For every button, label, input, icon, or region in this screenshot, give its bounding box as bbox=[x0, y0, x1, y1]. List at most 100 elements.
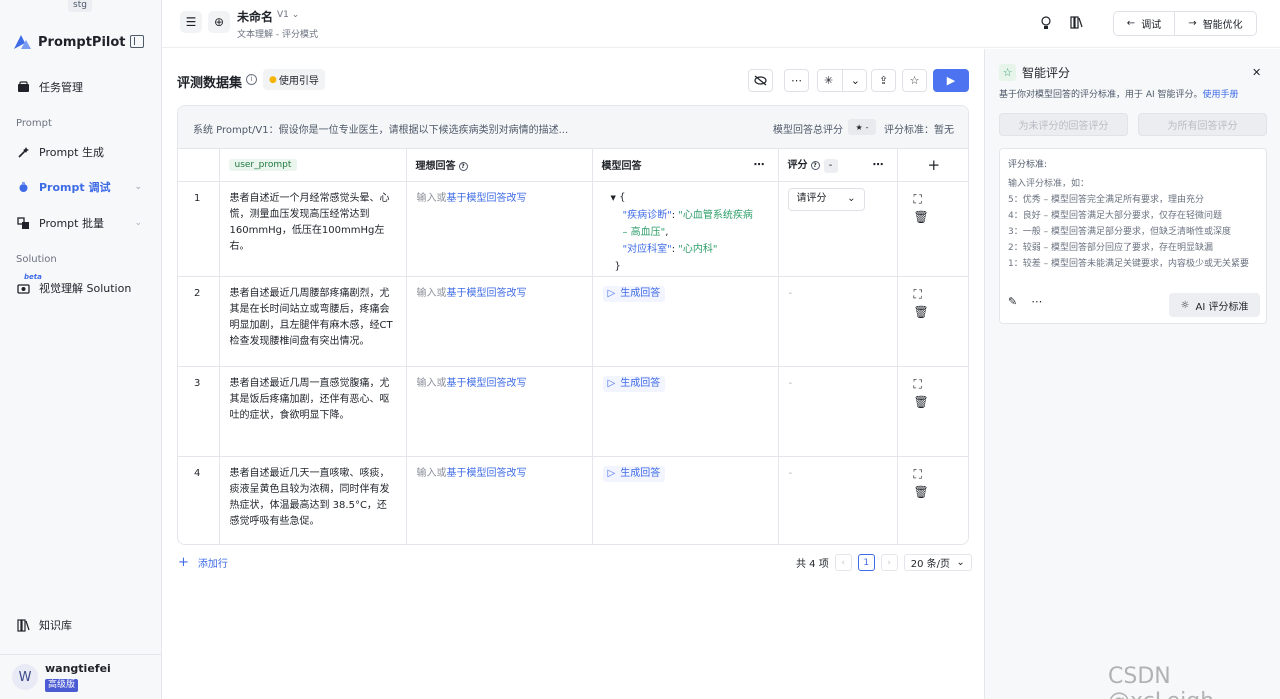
version-select[interactable]: V1 ⌄ bbox=[277, 10, 299, 20]
guide-button[interactable]: ● 使用引导 bbox=[263, 69, 325, 90]
ideal-cell[interactable]: 输入或基于模型回答改写 bbox=[406, 181, 593, 277]
add-column-header[interactable]: + bbox=[897, 149, 968, 182]
generate-button[interactable]: ▷ 生成回答 bbox=[602, 285, 666, 302]
more-icon[interactable]: ⋯ bbox=[1031, 295, 1042, 308]
rewrite-link[interactable]: 基于模型回答改写 bbox=[447, 378, 527, 389]
standard-label: 评分标准：暂无 bbox=[884, 125, 954, 136]
score-unscored-button[interactable]: 为未评分的回答评分 bbox=[999, 113, 1128, 136]
topbar: ☰ ⊕ 未命名 V1 ⌄ 文本理解 - 评分模式 ← 调试 → 智能优化 bbox=[162, 0, 1280, 48]
criteria-line: 5：优秀 – 模型回答完全满足所有要求，理由充分 bbox=[1008, 195, 1204, 205]
vision-icon bbox=[16, 281, 30, 295]
score-all-button[interactable]: 为所有回答评分 bbox=[1138, 113, 1267, 136]
sidebar-item-label: Prompt 生成 bbox=[39, 146, 104, 159]
sidebar-item-prompt-batch[interactable]: Prompt 批量 ⌄ bbox=[8, 209, 154, 237]
user-profile[interactable]: W wangtiefei 高级版 bbox=[0, 654, 161, 699]
user-prompt-cell[interactable]: 患者自述近一个月经常感觉头晕、心慌，测量血压发现高压经常达到160mmHg，低压… bbox=[219, 181, 407, 277]
delete-icon[interactable]: 🗑 bbox=[914, 394, 929, 410]
generate-label: 生成回答 bbox=[620, 467, 661, 479]
sparkle-dropdown[interactable]: ✳ ⌄ bbox=[817, 69, 867, 92]
ideal-cell[interactable]: 输入或基于模型回答改写 bbox=[406, 456, 593, 544]
close-icon[interactable]: ✕ bbox=[1252, 66, 1261, 79]
doc-title[interactable]: 未命名 bbox=[237, 8, 273, 25]
ideal-cell[interactable]: 输入或基于模型回答改写 bbox=[406, 276, 593, 367]
table-row: 1 患者自述近一个月经常感觉头晕、心慌，测量血压发现高压经常达到160mmHg，… bbox=[178, 181, 968, 277]
json-key: "对应科室" bbox=[622, 243, 672, 255]
expand-icon[interactable]: ⛶ bbox=[914, 286, 922, 302]
run-button[interactable]: ▶ bbox=[933, 69, 969, 92]
sidebar-item-label: 视觉理解 Solution bbox=[39, 282, 132, 295]
rewrite-link[interactable]: 基于模型回答改写 bbox=[447, 193, 527, 204]
criteria-editor[interactable]: 评分标准: 输入评分标准，如： 5：优秀 – 模型回答完全满足所有要求，理由充分… bbox=[999, 148, 1267, 324]
criteria-placeholder[interactable]: 输入评分标准，如： 5：优秀 – 模型回答完全满足所有要求，理由充分 4：良好 … bbox=[1008, 176, 1263, 272]
sidebar-item-vision-solution[interactable]: 视觉理解 Solution bbox=[8, 274, 154, 302]
manual-link[interactable]: 使用手册 bbox=[1203, 90, 1239, 100]
more-icon[interactable]: ⋯ bbox=[754, 158, 766, 171]
model-answer-cell[interactable]: ▼ { "疾病诊断": "心血管系统疾病 – 高血压", "对应科室": "心内… bbox=[592, 181, 779, 277]
arrow-right-icon: → bbox=[1188, 18, 1197, 29]
plus-icon[interactable]: + bbox=[927, 156, 940, 174]
optimize-button[interactable]: → 智能优化 bbox=[1175, 12, 1256, 35]
rewrite-link[interactable]: 基于模型回答改写 bbox=[447, 468, 527, 479]
edit-icon[interactable]: ✎ bbox=[1008, 295, 1017, 308]
optimize-button-label: 智能优化 bbox=[1202, 20, 1243, 31]
ideal-placeholder[interactable]: 输入或基于模型回答改写 bbox=[417, 468, 527, 479]
ideal-placeholder[interactable]: 输入或基于模型回答改写 bbox=[417, 378, 527, 389]
help-icon[interactable]: ? bbox=[458, 162, 468, 172]
sidebar-collapse-icon[interactable] bbox=[130, 35, 144, 48]
rewrite-link[interactable]: 基于模型回答改写 bbox=[447, 288, 527, 299]
bulb-icon: ☼ bbox=[1180, 299, 1190, 311]
delete-icon[interactable]: 🗑 bbox=[914, 484, 929, 500]
score-select[interactable]: 请评分 ⌄ bbox=[787, 187, 865, 211]
next-page-icon[interactable]: › bbox=[880, 554, 898, 571]
book-icon bbox=[16, 618, 30, 632]
criteria-line: 1：较差 – 模型回答未能满足关键要求，内容极少或无关紧要 bbox=[1008, 259, 1249, 269]
user-prompt-cell[interactable]: 患者自述最近几天一直咳嗽、咳痰，痰液呈黄色且较为浓稠，同时伴有发热症状，体温最高… bbox=[219, 456, 407, 544]
sidebar-item-knowledge[interactable]: 知识库 bbox=[8, 611, 154, 639]
menu-icon[interactable]: ☰ bbox=[180, 11, 202, 33]
star-icon[interactable]: ☆ bbox=[902, 69, 927, 92]
row-index: 4 bbox=[178, 456, 220, 544]
hide-icon[interactable] bbox=[748, 69, 773, 92]
ideal-header: 理想回答? bbox=[406, 149, 593, 182]
bulb-icon[interactable] bbox=[1040, 16, 1052, 34]
collapse-json-icon[interactable]: ▼ bbox=[611, 194, 616, 202]
user-prompt-cell[interactable]: 患者自述最近几周腰部疼痛剧烈，尤其是在长时间站立或弯腰后，疼痛会明显加剧，且左腿… bbox=[219, 276, 407, 367]
expand-icon[interactable]: ⛶ bbox=[914, 466, 922, 482]
ideal-placeholder[interactable]: 输入或基于模型回答改写 bbox=[417, 193, 527, 204]
more-icon[interactable]: ⋯ bbox=[784, 69, 809, 92]
info-icon[interactable]: i bbox=[246, 74, 257, 85]
brand[interactable]: PromptPilot bbox=[12, 33, 126, 51]
delete-icon[interactable]: 🗑 bbox=[914, 304, 929, 320]
more-icon[interactable]: ⋯ bbox=[873, 158, 885, 171]
ideal-cell[interactable]: 输入或基于模型回答改写 bbox=[406, 366, 593, 457]
sidebar-item-prompt-generate[interactable]: Prompt 生成 bbox=[8, 138, 154, 166]
ideal-placeholder[interactable]: 输入或基于模型回答改写 bbox=[417, 288, 527, 299]
help-icon[interactable]: ? bbox=[810, 161, 820, 171]
upload-icon[interactable]: ⇪ bbox=[871, 69, 896, 92]
add-circle-icon[interactable]: ⊕ bbox=[208, 11, 230, 33]
delete-icon[interactable]: 🗑 bbox=[914, 209, 929, 225]
user-prompt-header[interactable]: user_prompt bbox=[219, 149, 407, 182]
expand-icon[interactable]: ⛶ bbox=[914, 376, 922, 392]
json-value: "心血管系统疾病 bbox=[678, 209, 753, 221]
section-prompt: Prompt bbox=[16, 118, 52, 129]
library-icon[interactable] bbox=[1070, 16, 1084, 33]
chevron-down-icon[interactable]: ⌄ bbox=[134, 218, 142, 228]
add-row-button[interactable]: + 添加行 bbox=[178, 555, 228, 570]
ai-criteria-button[interactable]: ☼ AI 评分标准 bbox=[1169, 293, 1260, 317]
system-prompt-text[interactable]: 系统 Prompt/V1：假设你是一位专业医生，请根据以下候选疾病类别对病情的描… bbox=[193, 121, 568, 136]
expand-icon[interactable]: ⛶ bbox=[914, 191, 922, 207]
user-prompt-cell[interactable]: 患者自述最近几周一直感觉腹痛，尤其是饭后疼痛加剧，还伴有恶心、呕吐的症状，食欲明… bbox=[219, 366, 407, 457]
sidebar-item-prompt-debug[interactable]: Prompt 调试 ⌄ bbox=[8, 173, 154, 201]
page-size-select[interactable]: 20 条/页 ⌄ bbox=[903, 554, 972, 571]
ideal-prefix: 输入或 bbox=[416, 287, 447, 299]
prev-page-icon[interactable]: ‹ bbox=[834, 554, 852, 571]
generate-button[interactable]: ▷ 生成回答 bbox=[602, 465, 666, 482]
row-actions: ⛶🗑 bbox=[897, 366, 968, 457]
sidebar-item-task[interactable]: 任务管理 bbox=[8, 73, 154, 101]
debug-button[interactable]: ← 调试 bbox=[1114, 12, 1175, 35]
page-1[interactable]: 1 bbox=[857, 554, 875, 571]
score-cell: - bbox=[778, 456, 898, 544]
chevron-down-icon[interactable]: ⌄ bbox=[134, 182, 142, 192]
generate-button[interactable]: ▷ 生成回答 bbox=[602, 375, 666, 392]
